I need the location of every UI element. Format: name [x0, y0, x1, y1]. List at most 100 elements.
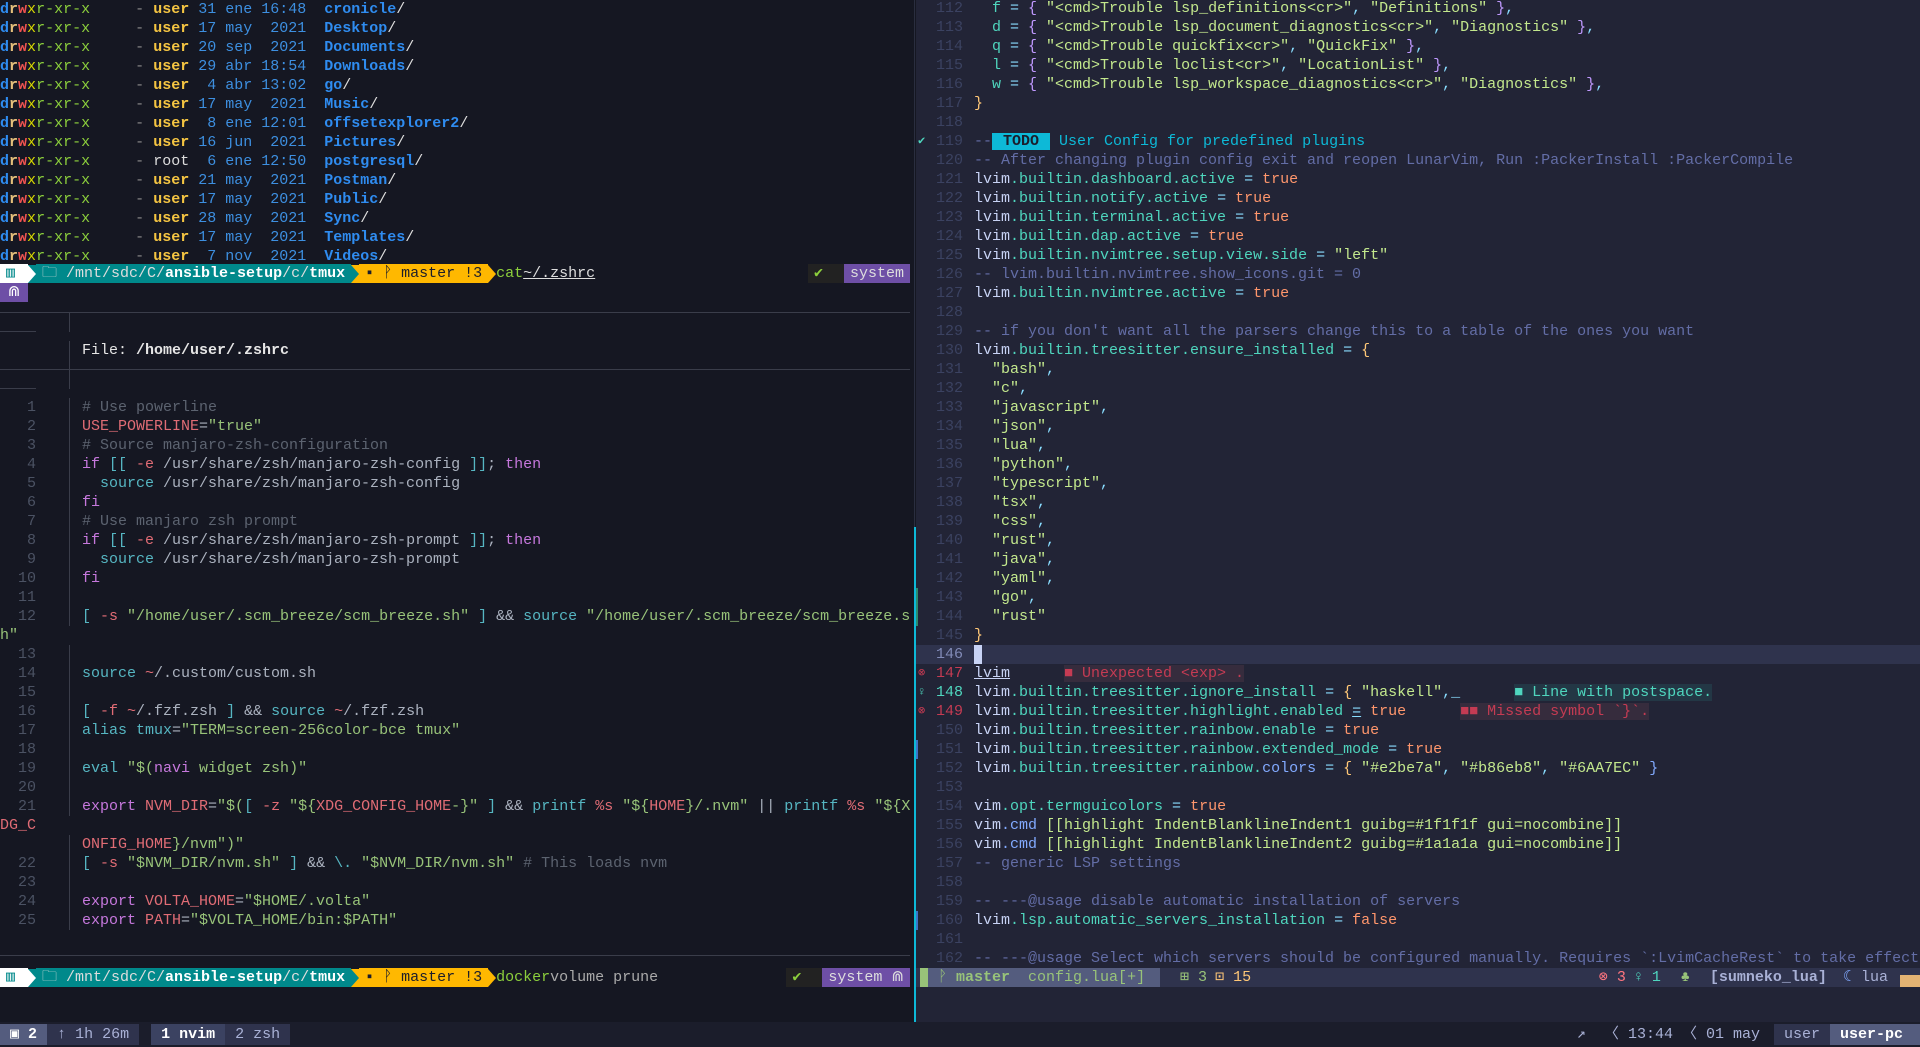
- code-text: w = { "<cmd>Trouble lsp_workspace_diagno…: [974, 75, 1604, 94]
- buffer-line[interactable]: 134 "json",: [916, 417, 1920, 436]
- permission-char: d: [0, 20, 10, 37]
- token: "TERM=screen-256color-bce tmux": [181, 722, 461, 739]
- buffer-line[interactable]: 118: [916, 113, 1920, 132]
- buffer-line[interactable]: 156 vim.cmd [[highlight IndentBlanklineIn…: [916, 835, 1920, 854]
- buffer-line[interactable]: 130 lvim.builtin.treesitter.ensure_instal…: [916, 341, 1920, 360]
- permission-char: w: [18, 115, 28, 132]
- terminal-pane-left[interactable]: drwxr-xr-x - user 31 ene 16:48 cronicle/…: [0, 0, 914, 1022]
- directory-name[interactable]: Desktop: [324, 20, 387, 37]
- token: # Source manjaro-zsh-configuration: [82, 437, 389, 454]
- list-item: drwxr-xr-x - user 29 abr 18:54 Downloads…: [0, 57, 414, 76]
- buffer-line[interactable]: 136 "python",: [916, 455, 1920, 474]
- directory-name[interactable]: Public: [324, 191, 378, 208]
- buffer-line[interactable]: 146: [916, 645, 1920, 664]
- directory-name[interactable]: Postman: [324, 172, 387, 189]
- line-number: 162: [935, 950, 963, 967]
- buffer-line[interactable]: 154 vim.opt.termguicolors = true: [916, 797, 1920, 816]
- tmux-session[interactable]: ▣ 2: [0, 1024, 48, 1045]
- token: export: [82, 912, 146, 929]
- permissions: drwxr-xr-x: [0, 134, 90, 151]
- buffer-line[interactable]: 114 q = { "<cmd>Trouble quickfix<cr>", "…: [916, 37, 1920, 56]
- buffer-line[interactable]: 141 "java",: [916, 550, 1920, 569]
- permission-char: -: [45, 115, 55, 132]
- modified-date: 17 may 2021: [198, 191, 307, 208]
- permission-char: r: [9, 115, 19, 132]
- buffer-line[interactable]: 161: [916, 930, 1920, 949]
- directory-name[interactable]: Sync: [324, 210, 360, 227]
- directory-name[interactable]: Pictures: [324, 134, 396, 151]
- token: "tsx": [974, 494, 1038, 511]
- buffer-line[interactable]: 116 w = { "<cmd>Trouble lsp_workspace_di…: [916, 75, 1920, 94]
- buffer-line[interactable]: 139 "css",: [916, 512, 1920, 531]
- shell-prompt[interactable]: ▥ 🗀 /mnt/sdc/C/ansible-setup/c/tmux ▪ ᚹ ma…: [0, 968, 910, 987]
- token: ,: [1586, 19, 1596, 36]
- token: [[highlight IndentBlanklineIndent1 guibg…: [1037, 817, 1623, 834]
- line-number: 145: [935, 627, 963, 644]
- buffer-line[interactable]: 117}: [916, 94, 1920, 113]
- code-text: vim.opt.termguicolors = true: [974, 797, 1226, 816]
- directory-name[interactable]: postgresql: [324, 153, 414, 170]
- buffer-line[interactable]: ✔ 119 -- TODO User Config for predefined p…: [916, 132, 1920, 151]
- buffer-line[interactable]: 160 lvim.lsp.automatic_servers_installati…: [916, 911, 1920, 930]
- token: /usr/share/zsh/manjaro-zsh-config: [163, 456, 470, 473]
- buffer-line[interactable]: 127 lvim.builtin.nvimtree.active = true: [916, 284, 1920, 303]
- token: [: [82, 703, 101, 720]
- tmux-window-1[interactable]: 1 nvim: [151, 1024, 226, 1045]
- buffer-line[interactable]: ⊗ 147 lvim ■ Unexpected <exp> .: [916, 664, 1920, 683]
- buffer-line[interactable]: 140 "rust",: [916, 531, 1920, 550]
- buffer-line[interactable]: 159 -- ---@usage disable automatic instal…: [916, 892, 1920, 911]
- directory-name[interactable]: Videos: [324, 248, 378, 265]
- path-bold: ansible-setup: [165, 265, 283, 282]
- permissions: drwxr-xr-x: [0, 210, 90, 227]
- token: if: [82, 456, 110, 473]
- directory-name[interactable]: go: [324, 77, 342, 94]
- buffer-line[interactable]: 137 "typescript",: [916, 474, 1920, 493]
- directory-name[interactable]: Templates: [324, 229, 405, 246]
- directory-name[interactable]: Downloads: [324, 58, 405, 75]
- buffer-line[interactable]: 138 "tsx",: [916, 493, 1920, 512]
- buffer-line[interactable]: 126 -- lvim.builtin.nvimtree.show_icons.g…: [916, 265, 1920, 284]
- directory-name[interactable]: Documents: [324, 39, 405, 56]
- buffer-line[interactable]: 162 -- ---@usage Select which servers sho…: [916, 949, 1920, 968]
- buffer-line[interactable]: 158: [916, 873, 1920, 892]
- buffer-line[interactable]: 135 "lua",: [916, 436, 1920, 455]
- token: /.fzf.zsh: [343, 703, 425, 720]
- permission-char: x: [54, 115, 64, 132]
- line-number: 135: [935, 437, 963, 454]
- buffer-line[interactable]: 128: [916, 303, 1920, 322]
- buffer-line[interactable]: 133 "javascript",: [916, 398, 1920, 417]
- buffer-line[interactable]: 132 "c",: [916, 379, 1920, 398]
- buffer-line[interactable]: 155 vim.cmd [[highlight IndentBlanklineIn…: [916, 816, 1920, 835]
- buffer-line[interactable]: 123 lvim.builtin.terminal.active = true: [916, 208, 1920, 227]
- buffer-line[interactable]: 152 lvim.builtin.treesitter.rainbow.color…: [916, 759, 1920, 778]
- buffer-line[interactable]: 142 "yaml",: [916, 569, 1920, 588]
- buffer-line[interactable]: 125 lvim.builtin.nvimtree.setup.view.side…: [916, 246, 1920, 265]
- tmux-window-2[interactable]: 2 zsh: [225, 1024, 291, 1045]
- directory-name[interactable]: Music: [324, 96, 369, 113]
- buffer-line[interactable]: 115 l = { "<cmd>Trouble loclist<cr>", "L…: [916, 56, 1920, 75]
- buffer-line[interactable]: 112 f = { "<cmd>Trouble lsp_definitions<…: [916, 0, 1920, 18]
- token: =: [1307, 247, 1335, 264]
- buffer-line[interactable]: 121 lvim.builtin.dashboard.active = true: [916, 170, 1920, 189]
- buffer-line[interactable]: 120 -- After changing plugin config exit …: [916, 151, 1920, 170]
- buffer-line[interactable]: 151 lvim.builtin.treesitter.rainbow.exten…: [916, 740, 1920, 759]
- nvim-pane[interactable]: 112 f = { "<cmd>Trouble lsp_definitions<…: [916, 0, 1920, 1022]
- buffer-line[interactable]: 113 d = { "<cmd>Trouble lsp_document_dia…: [916, 18, 1920, 37]
- buffer-line[interactable]: 131 "bash",: [916, 360, 1920, 379]
- buffer-line[interactable]: 145}: [916, 626, 1920, 645]
- buffer-line[interactable]: 122 lvim.builtin.notify.active = true: [916, 189, 1920, 208]
- line-number: 19: [17, 760, 36, 777]
- buffer-line[interactable]: 124 lvim.builtin.dap.active = true: [916, 227, 1920, 246]
- buffer-line[interactable]: 143 "go",: [916, 588, 1920, 607]
- buffer-line[interactable]: ⊗ 149 lvim.builtin.treesitter.highlight.en…: [916, 702, 1920, 721]
- directory-name[interactable]: offsetexplorer2: [324, 115, 459, 132]
- path-separator: /: [405, 39, 415, 56]
- buffer-line[interactable]: 144 "rust": [916, 607, 1920, 626]
- buffer-line[interactable]: ♀ 148 lvim.builtin.treesitter.ignore_insta…: [916, 683, 1920, 702]
- directory-name[interactable]: cronicle: [324, 1, 396, 18]
- permission-char: r: [63, 210, 73, 227]
- buffer-line[interactable]: 129 -- if you don't want all the parsers …: [916, 322, 1920, 341]
- buffer-line[interactable]: 157 -- generic LSP settings: [916, 854, 1920, 873]
- buffer-line[interactable]: 150 lvim.builtin.treesitter.rainbow.enabl…: [916, 721, 1920, 740]
- buffer-line[interactable]: 153: [916, 778, 1920, 797]
